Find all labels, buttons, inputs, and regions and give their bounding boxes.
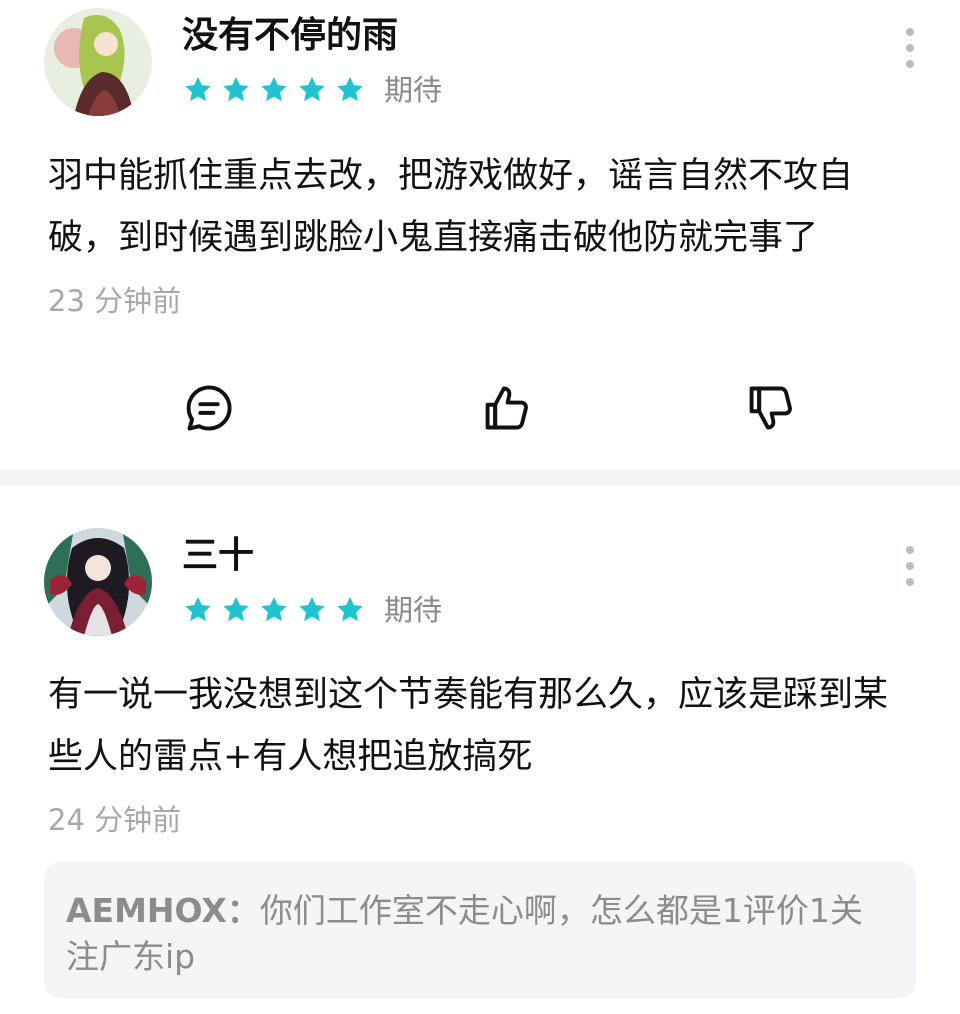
username[interactable]: 没有不停的雨 <box>182 18 398 54</box>
star-icon <box>296 74 328 106</box>
star-icon <box>296 594 328 626</box>
rating-label: 期待 <box>384 72 443 107</box>
review-card: 没有不停的雨 期待 羽中能抓住重点去改，把游戏做好，谣言自然不攻自破，到时候遇到… <box>0 0 960 470</box>
star-rating <box>182 594 366 626</box>
thumbs-up-icon <box>485 386 528 430</box>
avatar-image <box>44 528 152 636</box>
rating-row: 期待 <box>182 590 442 630</box>
timestamp: 23 分钟前 <box>48 284 182 318</box>
more-vertical-icon[interactable] <box>898 28 922 68</box>
star-rating <box>182 74 366 106</box>
comment-bubble-icon <box>186 385 232 431</box>
thumbs-down-icon <box>749 386 792 430</box>
rating-row: 期待 <box>182 70 442 110</box>
username[interactable]: 三十 <box>182 538 254 574</box>
section-divider <box>0 470 960 486</box>
timestamp: 24 分钟前 <box>48 803 182 837</box>
review-card: 三十 期待 有一说一我没想到这个节奏能有那么久，应该是踩到某些人的雷点+有人想把… <box>0 486 960 1014</box>
action-bar <box>0 380 960 436</box>
comment-text: 羽中能抓住重点去改，把游戏做好，谣言自然不攻自破，到时候遇到跳脸小鬼直接痛击破他… <box>48 156 854 258</box>
star-icon <box>220 74 252 106</box>
rating-label: 期待 <box>384 592 443 627</box>
avatar-image <box>44 8 152 116</box>
star-icon <box>182 74 214 106</box>
avatar[interactable] <box>44 528 152 636</box>
dislike-button[interactable] <box>742 380 798 436</box>
reply-button[interactable] <box>181 380 237 436</box>
star-icon <box>182 594 214 626</box>
reply-preview[interactable]: AEMHOX：你们工作室不走心啊，怎么都是1评价1关注广东ip <box>44 862 916 998</box>
star-icon <box>334 74 366 106</box>
star-icon <box>258 594 290 626</box>
comment-text: 有一说一我没想到这个节奏能有那么久，应该是踩到某些人的雷点+有人想把追放搞死 <box>48 675 889 777</box>
more-vertical-icon[interactable] <box>898 546 922 586</box>
like-button[interactable] <box>478 380 534 436</box>
avatar[interactable] <box>44 8 152 116</box>
reply-author[interactable]: AEMHOX： <box>66 891 260 930</box>
star-icon <box>220 594 252 626</box>
star-icon <box>334 594 366 626</box>
star-icon <box>258 74 290 106</box>
